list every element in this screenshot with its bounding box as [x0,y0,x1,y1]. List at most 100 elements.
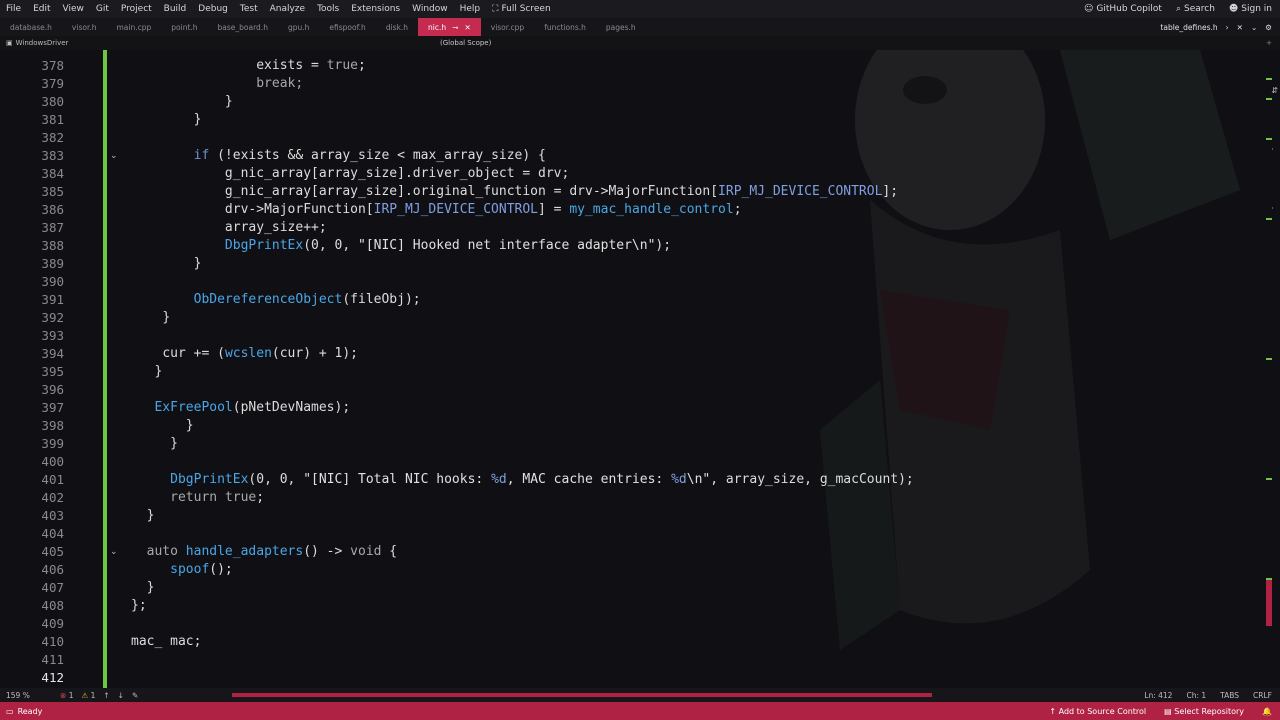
line-number: 404 [41,526,64,541]
select-repository-button[interactable]: ▤ Select Repository [1164,707,1244,716]
code-line: } [224,94,233,109]
tab-disk-h[interactable]: disk.h [376,18,418,36]
current-line-number: 412 [41,670,64,685]
menu-tools[interactable]: Tools [311,4,345,14]
project-icon: ▣ [6,39,13,47]
close-icon[interactable]: ✕ [464,23,470,32]
tab-functions-h[interactable]: functions.h [534,18,596,36]
menu-git[interactable]: Git [90,4,115,14]
brush-icon[interactable]: ✎ [132,691,138,700]
menu-bar: File Edit View Git Project Build Debug T… [0,0,1280,18]
tab-gpu-h[interactable]: gpu.h [278,18,319,36]
tab-efispoof-h[interactable]: efispoof.h [319,18,375,36]
line-number: 406 [41,562,64,577]
line-number: 382 [41,130,64,145]
line-number: 378 [41,58,64,73]
signin-button[interactable]: ☻ Sign in [1229,4,1272,14]
tab-list-icon[interactable]: ⌄ [1251,23,1257,32]
menu-view[interactable]: View [57,4,90,14]
scope-dropdown[interactable]: (Global Scope) [440,39,840,47]
signin-label: Sign in [1241,4,1272,14]
warning-icon: ⚠ [81,690,89,700]
menu-analyze[interactable]: Analyze [264,4,311,14]
fold-chevron-icon[interactable]: ⌄ [110,147,118,165]
code-line: exists = true; [256,58,366,73]
zoom-level[interactable]: 159 % [0,691,60,700]
warning-count[interactable]: ⚠ 1 [81,691,95,700]
menu-project[interactable]: Project [115,4,158,14]
tab-visor-h[interactable]: visor.h [62,18,107,36]
line-number: 385 [41,184,64,199]
tab-visor-cpp[interactable]: visor.cpp [481,18,534,36]
split-icon[interactable]: ⇵ [1271,86,1278,95]
tab-main-cpp[interactable]: main.cpp [106,18,161,36]
column-indicator[interactable]: Ch: 1 [1186,691,1206,700]
line-number: 401 [41,472,64,487]
tab-point-h[interactable]: point.h [161,18,207,36]
chevron-right-icon[interactable]: › [1226,23,1229,32]
code-line: } [170,436,178,451]
line-indicator[interactable]: Ln: 412 [1144,691,1172,700]
menu-test[interactable]: Test [234,4,264,14]
line-number: 383 [41,148,64,163]
code-editor[interactable]: 378 379 380 381 382 383 384 385 386 387 … [0,50,1280,688]
horizontal-scrollbar[interactable] [232,693,932,697]
fullscreen-button[interactable]: ⛶ Full Screen [486,4,557,14]
code-line: array_size++; [224,220,327,235]
line-number: 389 [41,256,64,271]
line-number: 402 [41,490,64,505]
menu-window[interactable]: Window [406,4,454,14]
copilot-label: GitHub Copilot [1096,4,1162,14]
line-number: 388 [41,238,64,253]
settings-icon[interactable]: ⚙ [1265,23,1272,32]
nav-up-icon[interactable]: ↑ [103,691,109,700]
line-ending[interactable]: CRLF [1253,691,1272,700]
code-line: } [185,418,194,433]
add-to-source-control-button[interactable]: ↑ Add to Source Control [1049,707,1146,716]
search-label: Search [1183,4,1215,14]
expand-icon[interactable]: + [1266,39,1280,47]
tab-nic-h-label: nic.h [428,22,447,32]
line-number: 400 [41,454,64,469]
menu-file[interactable]: File [0,4,27,14]
project-dropdown[interactable]: ▣ WindowsDriver [0,39,440,47]
search-button[interactable]: ⌕ Search [1176,4,1215,14]
vertical-scroll-thumb[interactable] [1266,580,1272,626]
line-number: 395 [41,364,64,379]
tab-base-board-h[interactable]: base_board.h [208,18,278,36]
close-icon[interactable]: ✕ [1237,23,1243,32]
copilot-button[interactable]: ☺ GitHub Copilot [1084,4,1162,14]
menu-help[interactable]: Help [454,4,487,14]
line-number: 393 [41,328,64,343]
line-number: 380 [41,94,64,109]
tab-pages-h[interactable]: pages.h [596,18,646,36]
line-number: 403 [41,508,64,523]
code-line: } [193,112,202,127]
menu-debug[interactable]: Debug [192,4,234,14]
fullscreen-icon: ⛶ [492,4,499,14]
error-count[interactable]: ⊗ 1 [60,691,73,700]
fold-chevron-icon[interactable]: ⌄ [110,543,118,561]
line-number: 384 [41,166,64,181]
notifications-icon[interactable]: 🔔 [1262,707,1272,716]
tab-bar: database.h visor.h main.cpp point.h base… [0,18,1280,36]
project-name: WindowsDriver [15,39,69,47]
menu-build[interactable]: Build [158,4,193,14]
code-line: }; [131,598,147,613]
pin-icon[interactable]: ⊸ [452,23,458,32]
line-number: 399 [41,436,64,451]
menu-extensions[interactable]: Extensions [345,4,406,14]
line-number: 394 [41,346,64,361]
code-line: g_nic_array[array_size].driver_object = … [224,166,570,181]
tab-database-h[interactable]: database.h [0,18,62,36]
tab-table-defines-h[interactable]: table_defines.h [1160,23,1217,32]
line-number: 381 [41,112,64,127]
nav-down-icon[interactable]: ↓ [118,691,124,700]
indent-mode[interactable]: TABS [1220,691,1239,700]
status-bar: ▭ Ready ↑ Add to Source Control ▤ Select… [0,702,1280,720]
scroll-markers: ⇵ · · [1271,86,1278,213]
line-number: 397 [41,400,64,415]
line-number: 409 [41,616,64,631]
menu-edit[interactable]: Edit [27,4,56,14]
tab-nic-h[interactable]: nic.h ⊸ ✕ [418,18,481,36]
